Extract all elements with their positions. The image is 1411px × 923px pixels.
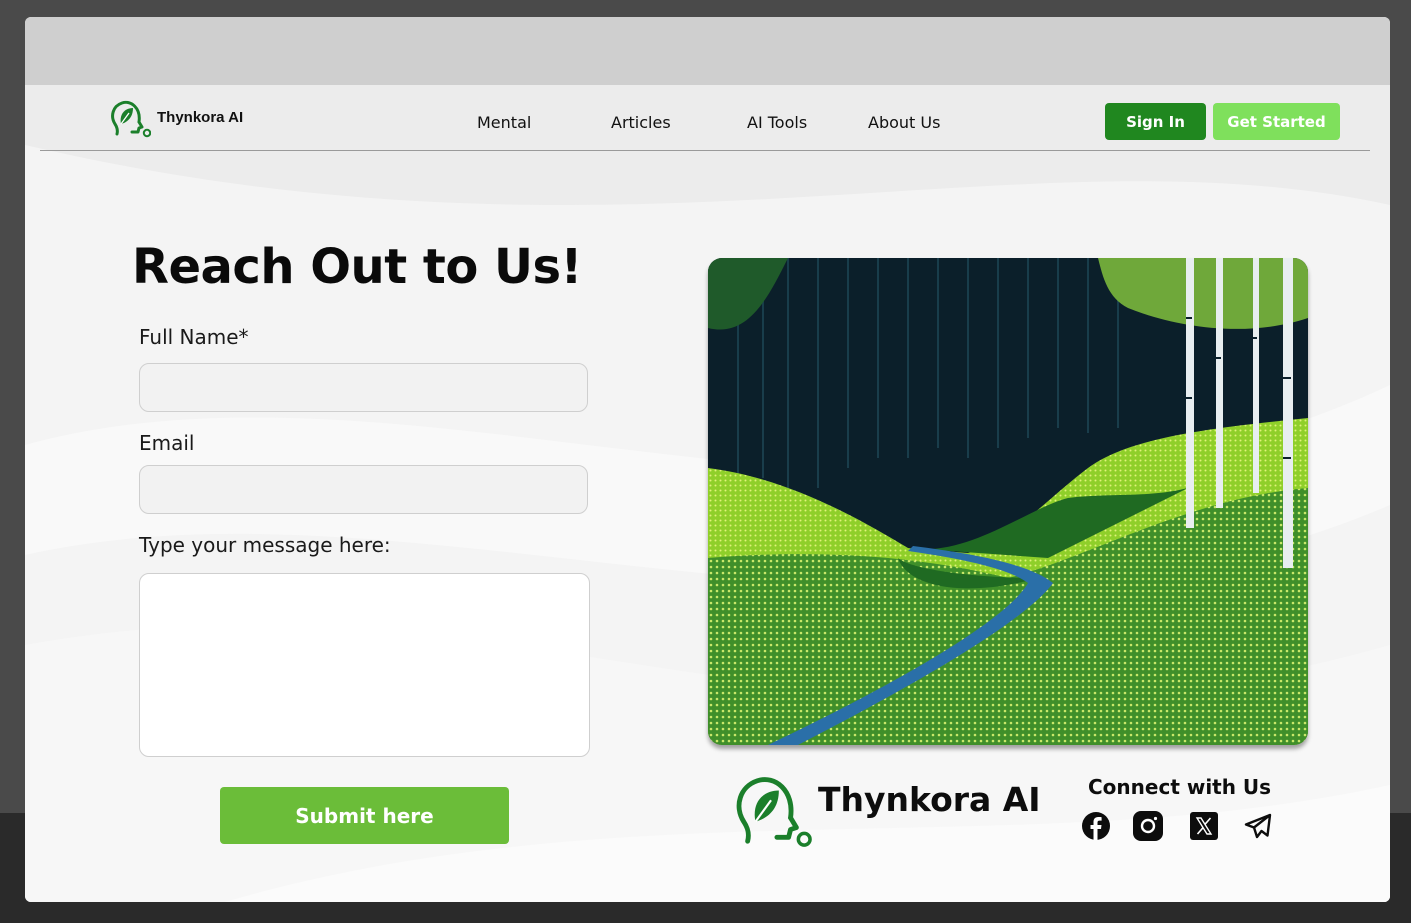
nav-mental[interactable]: Mental	[477, 113, 531, 132]
browser-window: Thynkora AI Mental Articles AI Tools Abo…	[25, 17, 1390, 902]
submit-button[interactable]: Submit here	[220, 787, 509, 844]
sign-in-button[interactable]: Sign In	[1105, 103, 1206, 140]
connect-title: Connect with Us	[1088, 775, 1272, 799]
page-title: Reach Out to Us!	[132, 239, 582, 295]
message-label: Type your message here:	[139, 533, 391, 557]
email-input[interactable]	[139, 465, 588, 514]
header-divider	[40, 150, 1370, 151]
instagram-icon[interactable]	[1133, 811, 1163, 841]
leaf-head-icon	[736, 777, 812, 847]
x-icon[interactable]	[1189, 811, 1219, 841]
facebook-icon[interactable]	[1081, 811, 1111, 841]
nav-articles[interactable]: Articles	[611, 113, 671, 132]
email-label: Email	[139, 431, 195, 455]
brand-name: Thynkora AI	[157, 108, 244, 126]
forest-landscape-image	[708, 258, 1308, 745]
full-name-label: Full Name*	[139, 325, 249, 349]
full-name-input[interactable]	[139, 363, 588, 412]
footer-brand-name: Thynkora AI	[818, 779, 1041, 819]
leaf-head-icon	[111, 100, 151, 138]
nav-about-us[interactable]: About Us	[868, 113, 940, 132]
brand-logo[interactable]: Thynkora AI	[109, 98, 243, 140]
message-textarea[interactable]	[139, 573, 590, 757]
browser-top-bar	[25, 17, 1390, 85]
footer-brand-logo[interactable]: Thynkora AI	[732, 771, 1041, 849]
site-header: Thynkora AI Mental Articles AI Tools Abo…	[25, 85, 1390, 151]
get-started-button[interactable]: Get Started	[1213, 103, 1340, 140]
nav-ai-tools[interactable]: AI Tools	[747, 113, 807, 132]
telegram-icon[interactable]	[1243, 811, 1273, 841]
